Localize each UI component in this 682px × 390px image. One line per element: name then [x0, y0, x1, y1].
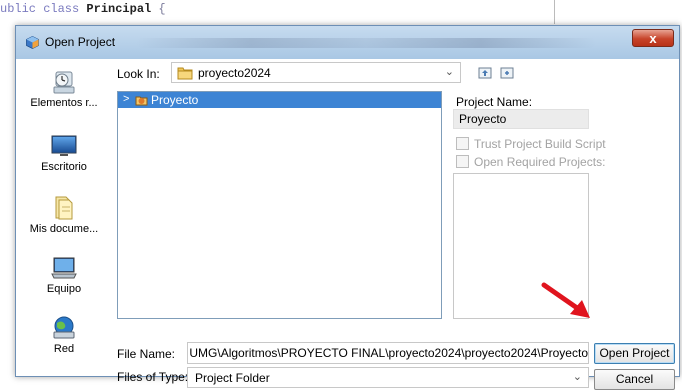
tree-item-proyecto[interactable]: > Proyecto — [118, 92, 441, 108]
files-of-type-value: Project Folder — [195, 371, 270, 385]
files-of-type-combo[interactable]: Project Folder ⌄ — [187, 367, 589, 388]
desktop-icon — [51, 135, 77, 156]
file-name-value: nestre UMG\Algoritmos\PROYECTO FINAL\pro… — [187, 346, 588, 360]
place-label: Escritorio — [41, 161, 87, 173]
up-folder-icon[interactable] — [477, 65, 493, 79]
place-label: Red — [53, 343, 75, 355]
netbeans-cube-icon — [26, 36, 39, 49]
checkbox-label: Open Required Projects: — [474, 155, 606, 169]
project-tree[interactable]: > Proyecto — [117, 91, 442, 319]
close-button[interactable]: x — [632, 29, 674, 47]
look-in-label: Look In: — [117, 67, 160, 81]
place-network[interactable]: Red — [21, 315, 107, 355]
recent-items-icon — [53, 71, 75, 94]
file-name-input[interactable]: nestre UMG\Algoritmos\PROYECTO FINAL\pro… — [187, 342, 589, 364]
place-label: Equipo — [46, 283, 82, 295]
network-icon — [53, 316, 75, 339]
checkbox-box[interactable] — [456, 155, 469, 168]
place-computer[interactable]: Equipo — [21, 255, 107, 295]
chevron-down-icon[interactable]: ⌄ — [445, 65, 454, 78]
tree-item-label: Proyecto — [151, 93, 199, 107]
file-name-label: File Name: — [117, 347, 176, 361]
checkbox-box[interactable] — [456, 137, 469, 150]
computer-icon — [51, 257, 77, 279]
cancel-button[interactable]: Cancel — [594, 369, 675, 390]
dialog-title: Open Project — [45, 35, 116, 49]
dialog-body: Elementos r... Escritorio Mis docume... … — [21, 59, 675, 390]
files-of-type-label: Files of Type: — [117, 370, 189, 384]
code-brace: { — [151, 2, 166, 16]
project-name-value: Proyecto — [453, 109, 589, 129]
place-recent-items[interactable]: Elementos r... — [21, 69, 107, 109]
titlebar-blurred-background — [136, 38, 596, 48]
open-project-dialog: Open Project x Elementos r... Escritorio… — [15, 25, 680, 390]
look-in-combo[interactable]: proyecto2024 ⌄ — [171, 62, 461, 83]
place-label: Mis docume... — [29, 223, 99, 235]
open-project-button[interactable]: Open Project — [594, 343, 675, 364]
code-class-name: Principal — [86, 2, 152, 16]
open-required-projects-checkbox[interactable]: Open Required Projects: — [456, 155, 605, 169]
code-editor-line: ublic class Principal { — [0, 0, 682, 26]
new-folder-icon[interactable] — [499, 65, 515, 79]
close-icon: x — [649, 31, 657, 46]
checkbox-label: Trust Project Build Script — [474, 137, 606, 151]
chevron-down-icon[interactable]: ⌄ — [573, 370, 582, 383]
place-desktop[interactable]: Escritorio — [21, 133, 107, 173]
place-documents[interactable]: Mis docume... — [21, 193, 107, 235]
project-name-label: Project Name: — [456, 95, 533, 109]
documents-icon — [55, 196, 73, 220]
place-label: Elementos r... — [30, 97, 98, 109]
trust-build-script-checkbox[interactable]: Trust Project Build Script — [456, 137, 606, 151]
dialog-titlebar[interactable]: Open Project x — [16, 26, 679, 59]
editor-margin-line — [554, 0, 555, 24]
expander-icon[interactable]: > — [123, 93, 129, 105]
places-bar: Elementos r... Escritorio Mis docume... … — [21, 59, 107, 372]
look-in-value: proyecto2024 — [198, 66, 271, 80]
code-keyword: ublic class — [0, 2, 87, 16]
netbeans-project-icon — [135, 96, 148, 106]
annotation-arrow-icon — [541, 282, 590, 318]
folder-icon — [177, 67, 193, 80]
